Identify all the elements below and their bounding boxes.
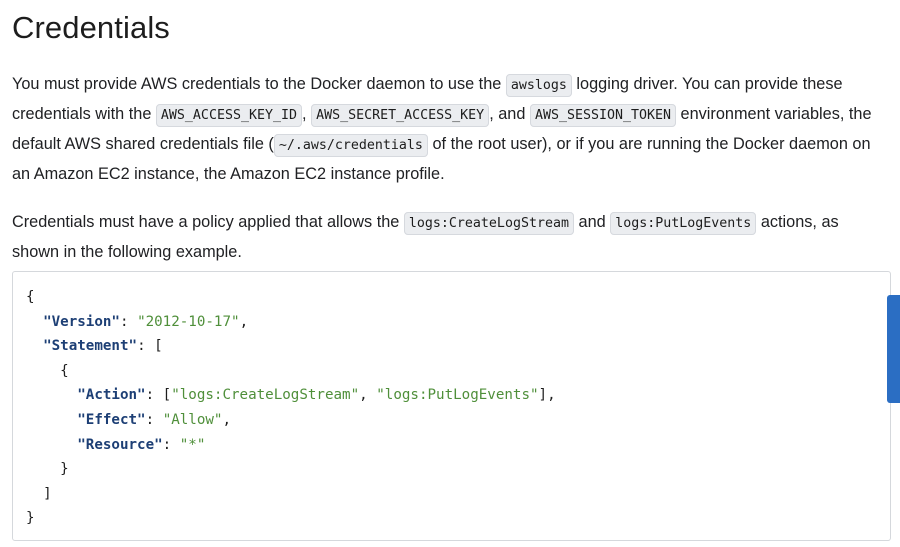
code-key-version: "Version" <box>43 313 120 330</box>
main-content: Credentials You must provide AWS credent… <box>12 0 894 266</box>
policy-json-code: { "Version": "2012-10-17", "Statement": … <box>26 289 556 527</box>
code-string-version: "2012-10-17" <box>137 313 240 330</box>
code-string-action-2: "logs:PutLogEvents" <box>376 387 539 404</box>
code-key-action: "Action" <box>77 387 146 404</box>
code-string-action-1: "logs:CreateLogStream" <box>171 387 360 404</box>
code-brace: } <box>26 510 35 527</box>
text: , and <box>489 105 530 123</box>
code-brace: { <box>26 289 35 305</box>
inline-code-session-token: AWS_SESSION_TOKEN <box>529 104 677 127</box>
text: You must provide AWS credentials to the … <box>12 75 506 93</box>
code-bracket: ] <box>43 485 52 502</box>
policy-paragraph: Credentials must have a policy applied t… <box>12 208 890 266</box>
text: , <box>302 105 312 123</box>
text: and <box>573 213 611 231</box>
text: Credentials must have a policy applied t… <box>12 213 404 231</box>
code-key-statement: "Statement" <box>43 338 138 355</box>
inline-code-secret-key: AWS_SECRET_ACCESS_KEY <box>311 104 490 127</box>
credentials-paragraph: You must provide AWS credentials to the … <box>12 70 890 188</box>
inline-code-awslogs: awslogs <box>505 74 572 97</box>
inline-code-put-log-events: logs:PutLogEvents <box>610 212 757 235</box>
code-key-resource: "Resource" <box>77 436 163 453</box>
code-string-resource: "*" <box>179 436 206 453</box>
code-string-effect: "Allow" <box>162 411 223 428</box>
code-brace: { <box>60 362 69 379</box>
inline-code-credentials-file: ~/.aws/credentials <box>273 134 428 157</box>
code-key-effect: "Effect" <box>77 411 146 428</box>
code-block[interactable]: { "Version": "2012-10-17", "Statement": … <box>12 271 891 541</box>
feedback-tab[interactable] <box>887 295 900 403</box>
inline-code-create-log-stream: logs:CreateLogStream <box>403 212 574 235</box>
code-brace: } <box>60 461 69 478</box>
section-heading: Credentials <box>12 10 170 45</box>
inline-code-access-key: AWS_ACCESS_KEY_ID <box>155 104 302 127</box>
